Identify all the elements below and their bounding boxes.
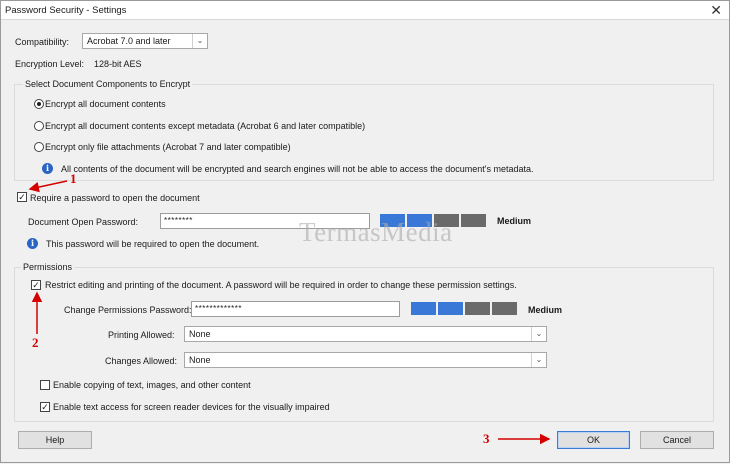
annotation-number-2: 2 (32, 335, 39, 350)
annotation-arrows (28, 180, 551, 445)
password-security-dialog: Password Security - Settings ✕ Compatibi… (0, 0, 730, 463)
annotation-number-1: 1 (70, 171, 77, 186)
annotation-arrow-1 (28, 180, 68, 193)
annotation-number-3: 3 (483, 431, 490, 446)
